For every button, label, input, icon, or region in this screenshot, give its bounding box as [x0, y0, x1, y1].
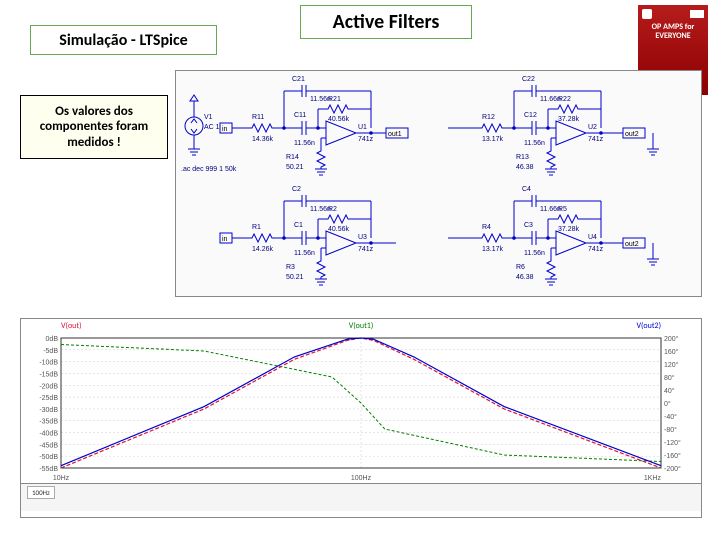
svg-text:11.56n: 11.56n — [524, 250, 545, 257]
svg-text:-35dB: -35dB — [39, 419, 58, 426]
schematic-stage-1a: V1 AC 1 .ac dec 999 1 50k in R11 14.36k — [176, 71, 424, 179]
svg-text:C12: C12 — [524, 112, 537, 119]
svg-text:-200°: -200° — [664, 465, 681, 473]
schematic-stage-2a: in R1 14.26k C1 11.56n — [176, 181, 424, 289]
slide-title: Active Filters — [300, 5, 472, 39]
svg-text:-40°: -40° — [664, 413, 677, 421]
svg-text:741z: 741z — [358, 246, 374, 253]
schematic-stage-1b: R12 13.17k C12 11.56n C22 — [438, 71, 686, 179]
source-name: V1 — [204, 114, 213, 121]
svg-text:46.38: 46.38 — [516, 274, 534, 281]
svg-text:-80°: -80° — [664, 426, 677, 434]
svg-text:C22: C22 — [522, 76, 535, 83]
book-flag — [690, 10, 704, 18]
svg-text:R1: R1 — [252, 224, 261, 231]
svg-text:-45dB: -45dB — [39, 442, 58, 449]
svg-text:1KHz: 1KHz — [644, 475, 662, 482]
svg-text:R11: R11 — [252, 114, 264, 121]
svg-text:741z: 741z — [588, 136, 604, 143]
svg-text:-25dB: -25dB — [39, 395, 58, 402]
svg-text:C3: C3 — [524, 222, 533, 229]
svg-text:40°: 40° — [664, 387, 675, 395]
schematic-stage-2b: R4 13.17k C3 11.56n C4 — [438, 181, 686, 289]
svg-text:37.28k: 37.28k — [558, 116, 580, 123]
svg-text:40.56k: 40.56k — [328, 226, 350, 233]
svg-text:-55dB: -55dB — [39, 466, 58, 473]
bode-svg: 0dB -5dB -10dB -15dB -20dB -25dB -30dB -35dB -40… — [21, 333, 701, 483]
svg-text:-160°: -160° — [664, 452, 681, 460]
port-in-bottom: in — [222, 236, 228, 243]
svg-text:R22: R22 — [558, 96, 571, 103]
svg-text:11.56n: 11.56n — [294, 250, 315, 257]
svg-text:-120°: -120° — [664, 439, 681, 447]
svg-text:C4: C4 — [522, 186, 531, 193]
port-out1: out1 — [388, 131, 402, 138]
legend-vout1: V(out1) — [261, 321, 461, 331]
book-logo — [642, 9, 652, 19]
svg-text:R4: R4 — [482, 224, 491, 231]
svg-text:C21: C21 — [292, 76, 305, 83]
svg-text:50.21: 50.21 — [286, 274, 304, 281]
svg-text:C1: C1 — [294, 222, 303, 229]
svg-text:40.56k: 40.56k — [328, 116, 350, 123]
slide-subtitle: Simulação - LTSpice — [30, 25, 217, 55]
port-out2-bottom: out2 — [625, 241, 639, 248]
svg-text:10Hz: 10Hz — [53, 475, 70, 482]
svg-text:14.26k: 14.26k — [252, 246, 274, 253]
svg-text:-50dB: -50dB — [39, 454, 58, 461]
svg-text:R21: R21 — [328, 96, 341, 103]
svg-text:200°: 200° — [664, 335, 679, 343]
svg-text:0°: 0° — [664, 400, 671, 408]
svg-text:13.17k: 13.17k — [482, 246, 504, 253]
svg-text:R6: R6 — [516, 264, 525, 271]
book-title: OP AMPS for EVERYONE — [642, 23, 704, 41]
svg-text:-30dB: -30dB — [39, 407, 58, 414]
plot-status-bar: 100Hz — [21, 483, 701, 511]
svg-text:11.56n: 11.56n — [294, 140, 315, 147]
svg-text:-5dB: -5dB — [43, 348, 58, 355]
svg-text:120°: 120° — [664, 361, 679, 369]
port-in-top: in — [222, 126, 228, 133]
svg-text:11.56n: 11.56n — [524, 140, 545, 147]
svg-text:-15dB: -15dB — [39, 371, 58, 378]
footer-seg: 100Hz — [27, 486, 55, 499]
spice-directive: .ac dec 999 1 50k — [181, 166, 237, 173]
svg-text:R2: R2 — [328, 206, 337, 213]
legend-vout: V(out) — [21, 321, 261, 331]
svg-text:-40dB: -40dB — [39, 431, 58, 438]
svg-text:U2: U2 — [588, 124, 597, 131]
svg-text:741z: 741z — [588, 246, 604, 253]
svg-text:100Hz: 100Hz — [351, 475, 372, 482]
legend-vout2: V(out2) — [461, 321, 701, 331]
svg-text:14.36k: 14.36k — [252, 136, 274, 143]
plot-legend: V(out) V(out1) V(out2) — [21, 319, 701, 333]
svg-text:R5: R5 — [558, 206, 567, 213]
svg-text:46.38: 46.38 — [516, 164, 534, 171]
svg-text:-20dB: -20dB — [39, 383, 58, 390]
svg-text:U3: U3 — [358, 234, 367, 241]
svg-text:13.17k: 13.17k — [482, 136, 504, 143]
svg-text:37.28k: 37.28k — [558, 226, 580, 233]
bode-plot: V(out) V(out1) V(out2) 0dB -5dB -10dB -15dB… — [20, 318, 702, 518]
svg-text:0dB: 0dB — [46, 336, 59, 343]
svg-text:R13: R13 — [516, 154, 529, 161]
svg-text:741z: 741z — [358, 136, 374, 143]
svg-text:C2: C2 — [292, 186, 301, 193]
svg-text:R3: R3 — [286, 264, 295, 271]
stage-1a-group: R11 14.36k C11 11.56n — [248, 76, 408, 175]
svg-text:C11: C11 — [294, 112, 306, 119]
svg-text:R12: R12 — [482, 114, 495, 121]
svg-text:U4: U4 — [588, 234, 597, 241]
ltspice-schematic: V1 AC 1 .ac dec 999 1 50k in R11 14.36k — [175, 70, 702, 297]
svg-text:R14: R14 — [286, 154, 299, 161]
port-out2-top: out2 — [625, 131, 639, 138]
source-value: AC 1 — [204, 124, 220, 131]
svg-text:80°: 80° — [664, 374, 675, 382]
svg-text:-10dB: -10dB — [39, 360, 58, 367]
components-measured-note: Os valores dos componentes foram medidos… — [20, 95, 168, 159]
svg-text:160°: 160° — [664, 348, 679, 356]
svg-text:50.21: 50.21 — [286, 164, 304, 171]
svg-text:U1: U1 — [358, 124, 367, 131]
